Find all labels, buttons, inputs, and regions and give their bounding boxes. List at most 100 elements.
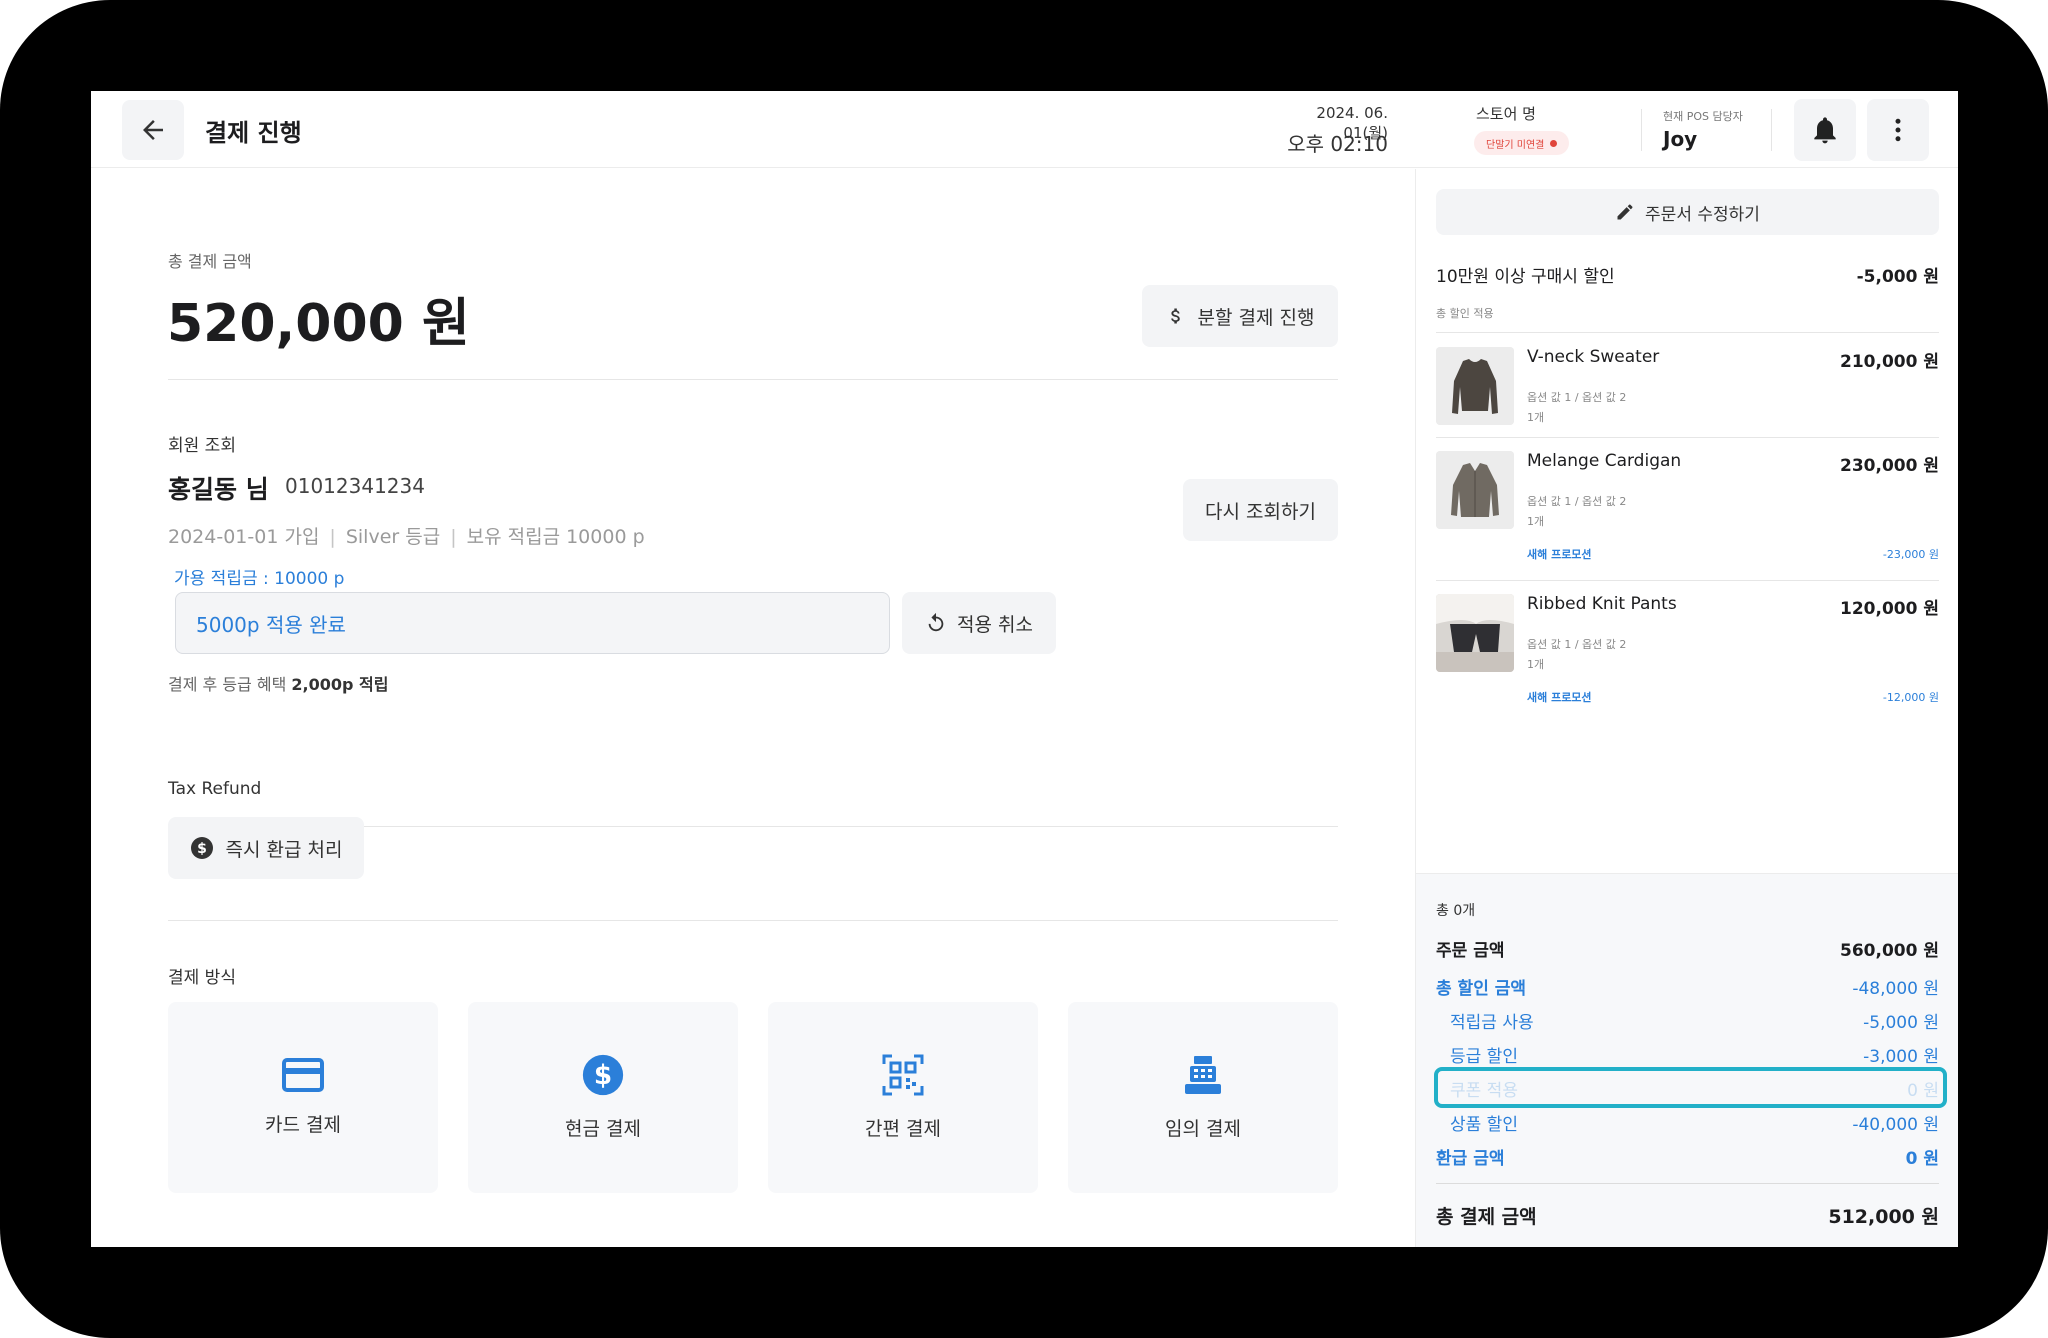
edit-order-button[interactable]: 주문서 수정하기 xyxy=(1436,189,1939,235)
order-panel: 주문서 수정하기 10만원 이상 구매시 할인 -5,000 원 총 할인 적용… xyxy=(1415,169,1958,1247)
device-status-badge: 단말기 미연결 xyxy=(1474,131,1570,155)
item-promo-value: -12,000 원 xyxy=(1882,691,1939,704)
card-payment-label: 카드 결제 xyxy=(265,1114,341,1136)
product-thumbnail xyxy=(1436,594,1514,672)
instant-refund-label: 즉시 환급 처리 xyxy=(225,838,343,861)
product-thumbnail xyxy=(1436,451,1514,529)
top-bar: 결제 진행 2024. 06. 01(월) 오후 02:10 스토어 명 단말기… xyxy=(91,91,1958,168)
list-divider xyxy=(1436,580,1939,581)
grade-benefit-value: 2,000p 적립 xyxy=(291,675,389,694)
points-available: 가용 적립금 : 10000 p xyxy=(174,569,345,589)
card-payment-button[interactable]: 카드 결제 xyxy=(168,1002,438,1193)
svg-text:$: $ xyxy=(197,841,207,857)
item-promo: 새해 프로모션 xyxy=(1527,548,1592,561)
coupon-row-highlight[interactable] xyxy=(1434,1067,1947,1108)
section-divider xyxy=(168,920,1338,921)
item-promo-value: -23,000 원 xyxy=(1882,548,1939,561)
qr-code-icon xyxy=(882,1054,924,1096)
section-divider xyxy=(168,379,1338,380)
summary-discount: 총 할인 금액 -48,000 원 xyxy=(1436,974,1939,999)
summary-order-amount: 주문 금액 560,000 원 xyxy=(1436,936,1939,961)
grade-benefit-text: 결제 후 등급 혜택 xyxy=(168,675,292,694)
item-options: 옵션 값 1 / 옵션 값 2 xyxy=(1527,391,1627,404)
page-title: 결제 진행 xyxy=(205,119,302,147)
item-options: 옵션 값 1 / 옵션 값 2 xyxy=(1527,638,1627,651)
svg-text:$: $ xyxy=(594,1061,612,1091)
summary-count: 총 0개 xyxy=(1436,903,1476,919)
member-points-held: 보유 적립금 10000 p xyxy=(466,526,645,548)
item-name: V-neck Sweater xyxy=(1527,347,1660,367)
member-name: 홍길동 님 xyxy=(168,475,269,504)
list-divider xyxy=(1436,332,1939,333)
pencil-icon xyxy=(1617,204,1633,220)
summary-total: 총 결제 금액 512,000 원 xyxy=(1436,1202,1939,1229)
item-price: 120,000 원 xyxy=(1840,599,1939,619)
instant-refund-button[interactable]: $ 즉시 환급 처리 xyxy=(168,817,364,879)
item-price: 230,000 원 xyxy=(1840,456,1939,476)
requery-button[interactable]: 다시 조회하기 xyxy=(1183,479,1338,541)
easy-payment-button[interactable]: 간편 결제 xyxy=(768,1002,1038,1193)
split-payment-button[interactable]: 분할 결제 진행 xyxy=(1142,285,1338,347)
app-screen: 결제 진행 2024. 06. 01(월) 오후 02:10 스토어 명 단말기… xyxy=(91,91,1958,1247)
dollar-circle-icon: $ xyxy=(190,837,213,859)
summary-refund-label: 환급 금액 xyxy=(1436,1149,1505,1169)
order-promo-value: -5,000 원 xyxy=(1856,267,1939,287)
cancel-apply-label: 적용 취소 xyxy=(957,613,1033,636)
grade-benefit: 결제 후 등급 혜택 2,000p 적립 xyxy=(168,671,388,695)
summary-grade-discount-value: -3,000 원 xyxy=(1863,1047,1939,1067)
summary-discount-label: 총 할인 금액 xyxy=(1436,979,1527,999)
easy-payment-label: 간편 결제 xyxy=(865,1118,941,1140)
undo-icon xyxy=(928,612,944,632)
item-name: Melange Cardigan xyxy=(1527,451,1682,471)
status-dot-icon xyxy=(1550,139,1558,147)
current-time: 오후 02:10 xyxy=(1287,132,1388,156)
cash-payment-label: 현금 결제 xyxy=(565,1118,641,1140)
summary-refund-value: 0 원 xyxy=(1905,1149,1939,1169)
item-options: 옵션 값 1 / 옵션 값 2 xyxy=(1527,495,1627,508)
summary-order-amount-label: 주문 금액 xyxy=(1436,941,1505,961)
summary-points-used: 적립금 사용 -5,000 원 xyxy=(1436,1008,1939,1033)
cash-payment-button[interactable]: $ 현금 결제 xyxy=(468,1002,738,1193)
total-label: 총 결제 금액 xyxy=(168,252,252,271)
list-item[interactable]: Ribbed Knit Pants 120,000 원 옵션 값 1 / 옵션 … xyxy=(1436,594,1939,714)
back-button[interactable] xyxy=(122,100,184,160)
store-name: 스토어 명 xyxy=(1476,105,1536,123)
cash-register-icon xyxy=(1185,1056,1221,1094)
list-item[interactable]: Melange Cardigan 230,000 원 옵션 값 1 / 옵션 값… xyxy=(1436,451,1939,571)
staff-name: Joy xyxy=(1663,127,1698,151)
member-joined: 2024-01-01 가입 xyxy=(168,526,320,548)
member-grade: Silver 등급 xyxy=(345,526,441,548)
summary-total-label: 총 결제 금액 xyxy=(1436,1206,1537,1228)
summary-refund: 환급 금액 0 원 xyxy=(1436,1144,1939,1169)
header-divider xyxy=(1771,109,1772,151)
device-frame: 결제 진행 2024. 06. 01(월) 오후 02:10 스토어 명 단말기… xyxy=(0,0,2048,1338)
cancel-apply-button[interactable]: 적용 취소 xyxy=(902,592,1056,654)
item-name: Ribbed Knit Pants xyxy=(1527,594,1677,614)
edit-order-label: 주문서 수정하기 xyxy=(1645,204,1760,225)
product-thumbnail xyxy=(1436,347,1514,425)
summary-grade-discount-label: 등급 할인 xyxy=(1450,1047,1518,1067)
summary-product-discount: 상품 할인 -40,000 원 xyxy=(1436,1110,1939,1135)
payment-methods-label: 결제 방식 xyxy=(168,968,236,988)
device-status-text: 단말기 미연결 xyxy=(1486,139,1545,151)
item-price: 210,000 원 xyxy=(1840,352,1939,372)
order-promo-row: 10만원 이상 구매시 할인 -5,000 원 xyxy=(1436,262,1939,287)
item-quantity: 1개 xyxy=(1527,658,1545,671)
bell-icon xyxy=(1814,117,1836,144)
dollar-circle-icon: $ xyxy=(582,1054,624,1096)
more-menu-button[interactable] xyxy=(1867,99,1929,161)
manual-payment-button[interactable]: 임의 결제 xyxy=(1068,1002,1338,1193)
more-vertical-icon xyxy=(1895,118,1901,142)
points-input[interactable]: 5000p 적용 완료 xyxy=(175,592,890,654)
tax-refund-label: Tax Refund xyxy=(168,779,262,799)
summary-divider xyxy=(1436,1183,1939,1184)
arrow-left-icon xyxy=(143,120,163,140)
order-promo-sub: 총 할인 적용 xyxy=(1436,307,1494,320)
notification-button[interactable] xyxy=(1794,99,1856,161)
order-promo-label: 10만원 이상 구매시 할인 xyxy=(1436,267,1615,287)
split-payment-label: 분할 결제 진행 xyxy=(1197,306,1315,329)
dollar-icon xyxy=(1170,308,1180,324)
item-promo: 새해 프로모션 xyxy=(1527,691,1592,704)
summary-order-amount-value: 560,000 원 xyxy=(1840,941,1939,961)
list-item[interactable]: V-neck Sweater 210,000 원 옵션 값 1 / 옵션 값 2… xyxy=(1436,347,1939,425)
